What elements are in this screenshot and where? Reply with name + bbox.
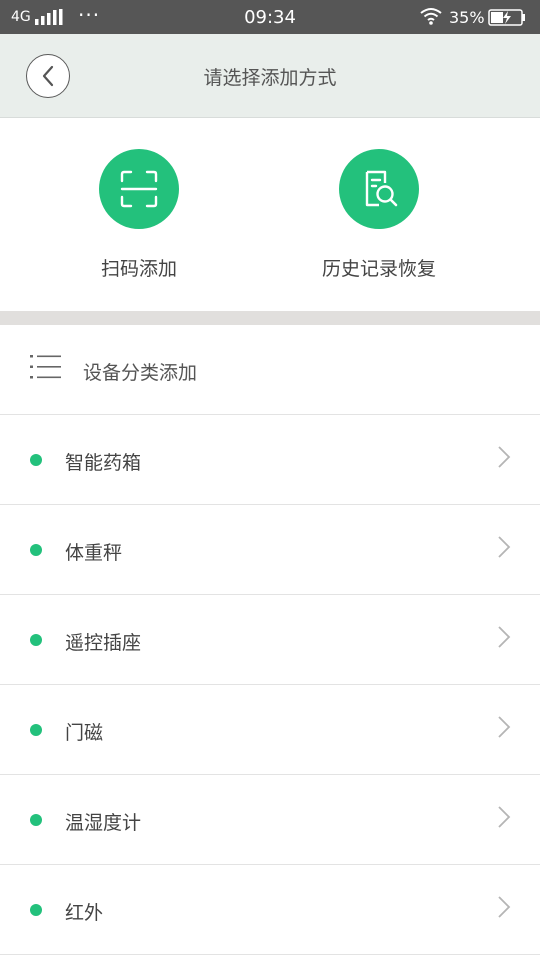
top-bar: 请选择添加方式 (0, 34, 540, 118)
history-search-icon (339, 149, 419, 229)
bullet-dot (30, 454, 42, 466)
history-restore-label: 历史记录恢复 (321, 258, 436, 280)
bullet-dot (30, 814, 42, 826)
list-item-label: 遥控插座 (65, 632, 142, 654)
list-item[interactable]: 门磁 (0, 685, 540, 775)
page-title: 请选择添加方式 (203, 67, 337, 89)
list-item[interactable]: 体重秤 (0, 505, 540, 595)
history-restore-button[interactable]: 历史记录恢复 (279, 118, 479, 311)
wifi-icon (420, 7, 442, 29)
list-item-label: 体重秤 (65, 542, 123, 564)
scan-icon (99, 149, 179, 229)
list-item-label: 智能药箱 (65, 452, 142, 474)
status-bar: 4G ··· 09:34 35% (0, 0, 540, 34)
section-divider (0, 311, 540, 325)
list-icon (30, 353, 62, 385)
category-section-header: 设备分类添加 (0, 325, 540, 415)
chevron-right-icon (498, 806, 511, 828)
list-item-label: 温湿度计 (65, 812, 142, 834)
quick-add-panel: 扫码添加 历史记录恢复 (0, 118, 540, 311)
list-item[interactable]: 智能药箱 (0, 415, 540, 505)
chevron-right-icon (498, 716, 511, 738)
bullet-dot (30, 724, 42, 736)
bullet-dot (30, 904, 42, 916)
battery-percent: 35% (449, 8, 485, 27)
battery-icon (488, 9, 526, 30)
list-item[interactable]: 温湿度计 (0, 775, 540, 865)
bullet-dot (30, 634, 42, 646)
category-title: 设备分类添加 (83, 362, 198, 384)
chevron-right-icon (498, 446, 511, 468)
list-item-label: 门磁 (65, 722, 104, 744)
scan-add-label: 扫码添加 (100, 258, 177, 280)
device-category-list: 智能药箱 体重秤 遥控插座 门磁 温湿度计 红外 (0, 415, 540, 955)
chevron-right-icon (498, 536, 511, 558)
list-item[interactable]: 红外 (0, 865, 540, 955)
chevron-right-icon (498, 626, 511, 648)
scan-add-button[interactable]: 扫码添加 (39, 118, 239, 311)
bullet-dot (30, 544, 42, 556)
list-item-label: 红外 (65, 902, 104, 924)
chevron-right-icon (498, 896, 511, 918)
list-item[interactable]: 遥控插座 (0, 595, 540, 685)
